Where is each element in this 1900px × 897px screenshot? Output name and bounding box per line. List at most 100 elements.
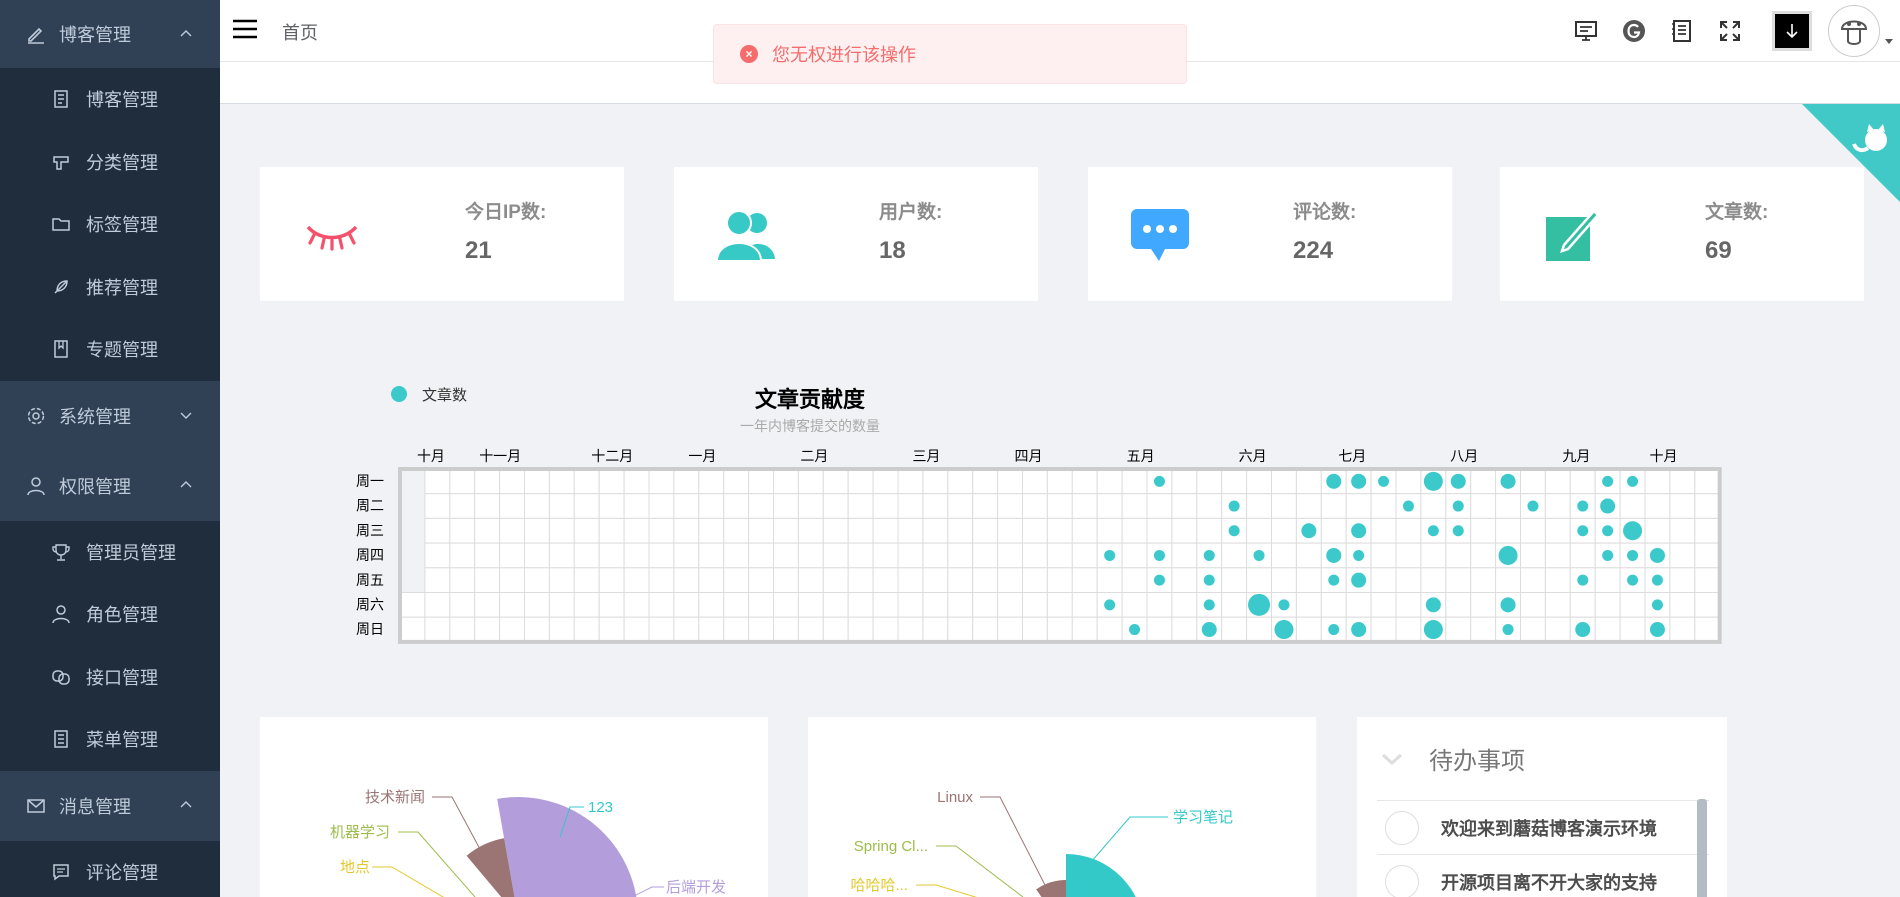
heatmap-cell	[1669, 468, 1696, 495]
heatmap-cell	[1071, 542, 1098, 569]
todo-checkbox[interactable]	[1385, 810, 1419, 845]
data-point	[1153, 549, 1165, 561]
heatmap-cell	[1271, 517, 1297, 544]
heatmap-cell	[997, 542, 1023, 569]
heatmap-cell	[872, 567, 899, 594]
weekday-label: 周六	[356, 597, 384, 613]
heatmap-cell	[1046, 567, 1073, 594]
stat-card-users[interactable]: 用户数: 18	[674, 167, 1038, 301]
month-label: 十月	[1649, 448, 1677, 464]
stat-card-articles[interactable]: 文章数: 69	[1500, 167, 1864, 301]
breadcrumb-home[interactable]: 首页	[282, 19, 318, 45]
heatmap-cell	[499, 592, 526, 618]
sidebar-item-comment[interactable]: 评论管理	[0, 840, 220, 897]
heatmap-cell	[1295, 616, 1322, 643]
sidebar-item-admin[interactable]: 管理员管理	[0, 520, 220, 583]
sidebar-item-role[interactable]: 角色管理	[0, 583, 220, 646]
heatmap-cell	[1022, 493, 1048, 519]
heatmap-cell	[623, 542, 650, 569]
sidebar-item-menu[interactable]: 菜单管理	[0, 708, 220, 771]
heatmap-cell	[797, 468, 824, 495]
error-icon: ×	[740, 45, 758, 63]
heatmap-cell	[1271, 567, 1297, 594]
heatmap-cell	[1046, 517, 1073, 544]
heatmap-cell	[1096, 616, 1123, 643]
heatmap-cell	[673, 567, 700, 594]
month-label: 四月	[1015, 448, 1043, 464]
heatmap-cell	[1370, 616, 1397, 643]
heatmap-cell	[1022, 517, 1048, 544]
message-icon	[1128, 203, 1192, 267]
heatmap-cell	[1246, 468, 1272, 495]
todo-item[interactable]: 开源项目离不开大家的支持	[1377, 854, 1709, 897]
heatmap-cell	[1271, 468, 1297, 495]
heatmap-cell	[1320, 493, 1347, 519]
heatmap-cell	[573, 567, 600, 594]
heatmap-cell	[673, 592, 700, 618]
download-icon[interactable]	[1772, 11, 1812, 51]
stat-label: 用户数:	[879, 202, 943, 223]
pie-label: Spring Cl...	[854, 838, 928, 855]
menu-auth-group-label: 权限管理	[59, 476, 131, 497]
menu-system-group[interactable]: 系统管理	[0, 380, 220, 451]
todo-panel: 待办事项 欢迎来到蘑菇博客演示环境 开源项目离不开大家的支持	[1357, 717, 1727, 897]
sidebar-item-recommend[interactable]: 推荐管理	[0, 255, 220, 318]
sidebar-item-category[interactable]: 分类管理	[0, 130, 220, 193]
heatmap-cell	[399, 592, 426, 618]
heatmap-cell	[922, 592, 949, 618]
menu-auth-group[interactable]: 权限管理	[0, 450, 220, 521]
menu-message-group-label: 消息管理	[59, 796, 131, 817]
heatmap-cell	[773, 616, 799, 643]
heatmap-cell	[648, 616, 675, 643]
todo-scrollbar[interactable]	[1697, 799, 1707, 897]
heatmap-cell	[723, 616, 750, 643]
data-point	[1253, 549, 1265, 561]
chevron-up-icon	[180, 480, 192, 487]
heatmap-cell	[1071, 592, 1098, 618]
data-point	[1104, 599, 1116, 611]
todo-item[interactable]: 欢迎来到蘑菇博客演示环境	[1377, 800, 1709, 854]
heatmap-cell	[598, 616, 625, 643]
data-point	[1602, 475, 1614, 487]
heatmap-cell	[1694, 493, 1721, 519]
heatmap-cell	[947, 592, 974, 618]
chevron-down-icon[interactable]	[1377, 749, 1407, 769]
weekday-label: 周三	[356, 522, 384, 538]
month-label: 十月	[417, 448, 445, 464]
stat-card-ip[interactable]: 今日IP数: 21	[260, 167, 624, 301]
heatmap-cell	[623, 468, 650, 495]
menu-blog-group[interactable]: 博客管理	[0, 0, 220, 68]
document-icon[interactable]	[1658, 7, 1706, 55]
heatmap-cell	[1370, 517, 1397, 544]
heatmap-cell	[1594, 616, 1621, 643]
sidebar-item-tag[interactable]: 标签管理	[0, 193, 220, 256]
todo-checkbox[interactable]	[1385, 864, 1419, 897]
fullscreen-icon[interactable]	[1706, 7, 1754, 55]
sidebar-item-label: 管理员管理	[86, 542, 176, 563]
avatar[interactable]	[1828, 5, 1880, 57]
heatmap-cell	[773, 567, 799, 594]
heatmap-cell	[947, 542, 974, 569]
heatmap-cell	[1022, 542, 1048, 569]
hamburger-icon[interactable]	[232, 16, 258, 42]
heatmap-cell	[1071, 616, 1098, 643]
heatmap-cell	[773, 493, 799, 519]
sidebar-item-subject[interactable]: 专题管理	[0, 318, 220, 381]
data-point	[1600, 498, 1616, 514]
caret-down-icon[interactable]	[1884, 38, 1894, 46]
menu-message-group[interactable]: 消息管理	[0, 770, 220, 841]
stat-card-comments[interactable]: 评论数: 224	[1088, 167, 1452, 301]
heatmap-cell	[1221, 542, 1248, 569]
sidebar-item-blog[interactable]: 博客管理	[0, 68, 220, 131]
data-point	[1427, 525, 1439, 537]
sidebar-item-label: 接口管理	[86, 667, 158, 688]
sidebar-item-api[interactable]: 接口管理	[0, 645, 220, 708]
monitor-icon[interactable]	[1562, 7, 1610, 55]
github-g-icon[interactable]	[1610, 7, 1658, 55]
heatmap-cell	[1544, 592, 1571, 618]
heatmap-cell	[573, 592, 600, 618]
heatmap-cell	[1694, 567, 1721, 594]
heatmap-cell	[872, 517, 899, 544]
stat-value: 69	[1705, 237, 1732, 264]
heatmap-cell	[1445, 592, 1472, 618]
